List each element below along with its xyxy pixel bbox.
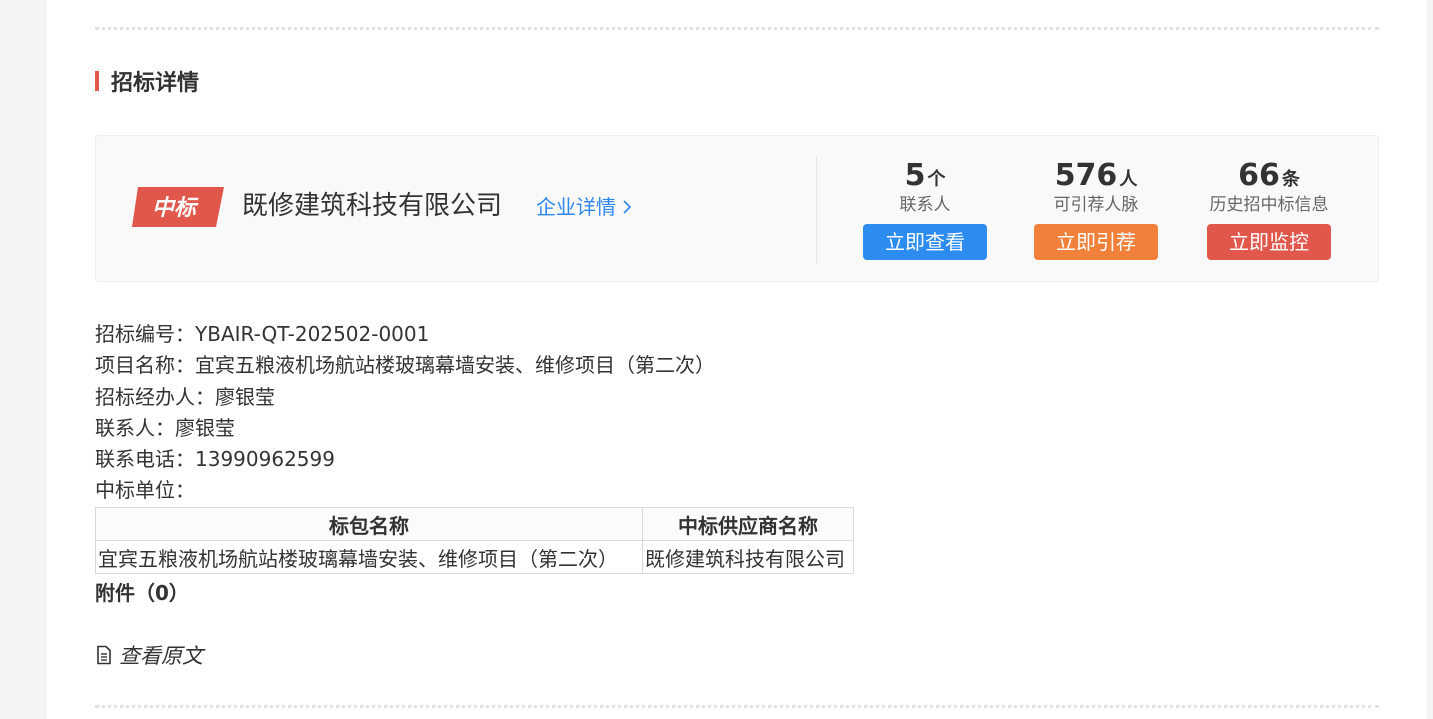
info-winner-unit: 中标单位： bbox=[95, 475, 195, 506]
winner-company-name: 既修建筑科技有限公司 bbox=[242, 191, 503, 221]
contact-value: 廖银莹 bbox=[175, 416, 235, 440]
view-original-label: 查看原文 bbox=[119, 644, 203, 668]
stat-referrals-value: 576 bbox=[1054, 158, 1118, 193]
stat-contacts: 5个 联系人 立即查看 bbox=[840, 158, 1010, 260]
info-handler: 招标经办人：廖银莹 bbox=[95, 382, 275, 413]
content-panel: 招标详情 中标 既修建筑科技有限公司 企业详情 5个 联系人 立即查看 576 人… bbox=[47, 0, 1427, 719]
info-bid-number: 招标编号：YBAIR-QT-202502-0001 bbox=[95, 319, 429, 350]
table-header-package: 标包名称 bbox=[95, 507, 643, 541]
view-original-link[interactable]: 查看原文 bbox=[95, 640, 203, 670]
winner-badge-shape: 中标 bbox=[132, 187, 224, 227]
stat-history-label: 历史招中标信息 bbox=[1209, 195, 1329, 215]
company-detail-link[interactable]: 企业详情 bbox=[536, 192, 632, 222]
stat-history-unit: 条 bbox=[1281, 169, 1300, 190]
stat-history: 66 条 历史招中标信息 立即监控 bbox=[1184, 158, 1354, 260]
table-header-row: 标包名称 中标供应商名称 bbox=[95, 507, 854, 541]
winner-badge: 中标 bbox=[132, 187, 224, 227]
table-cell-supplier: 既修建筑科技有限公司 bbox=[642, 540, 854, 574]
section-header: 招标详情 bbox=[95, 66, 199, 96]
contact-label: 联系人： bbox=[95, 416, 175, 440]
bid-number-label: 招标编号： bbox=[95, 322, 195, 346]
stat-referrals-unit: 人 bbox=[1119, 169, 1138, 190]
handler-value: 廖银莹 bbox=[215, 385, 275, 409]
company-detail-link-label: 企业详情 bbox=[536, 195, 616, 219]
stat-history-value: 66 bbox=[1238, 158, 1280, 193]
view-contacts-button[interactable]: 立即查看 bbox=[863, 224, 987, 260]
stat-contacts-label: 联系人 bbox=[899, 195, 951, 215]
refer-button[interactable]: 立即引荐 bbox=[1034, 224, 1158, 260]
phone-label: 联系电话： bbox=[95, 447, 195, 471]
winner-card: 中标 既修建筑科技有限公司 企业详情 5个 联系人 立即查看 576 人 可引荐人… bbox=[95, 135, 1379, 282]
document-icon bbox=[97, 645, 111, 665]
vertical-divider bbox=[816, 156, 817, 264]
winner-badge-label: 中标 bbox=[152, 196, 199, 221]
handler-label: 招标经办人： bbox=[95, 385, 215, 409]
monitor-button[interactable]: 立即监控 bbox=[1207, 224, 1331, 260]
attachments-heading: 附件（0） bbox=[95, 581, 189, 605]
stat-referrals: 576 人 可引荐人脉 立即引荐 bbox=[1011, 158, 1181, 260]
project-name-label: 项目名称： bbox=[95, 353, 195, 377]
section-title: 招标详情 bbox=[111, 71, 200, 96]
winner-unit-label: 中标单位： bbox=[95, 478, 195, 502]
table-header-supplier: 中标供应商名称 bbox=[642, 507, 854, 541]
bid-number-value: YBAIR-QT-202502-0001 bbox=[195, 322, 430, 346]
table-row: 宜宾五粮液机场航站楼玻璃幕墙安装、维修项目（第二次） 既修建筑科技有限公司 bbox=[95, 540, 854, 574]
info-phone: 联系电话：13990962599 bbox=[95, 444, 335, 475]
stat-referrals-label: 可引荐人脉 bbox=[1053, 195, 1139, 215]
chevron-right-icon bbox=[623, 200, 632, 214]
stat-contacts-value: 5 bbox=[904, 158, 926, 193]
section-accent-bar bbox=[95, 71, 99, 91]
info-project-name: 项目名称：宜宾五粮液机场航站楼玻璃幕墙安装、维修项目（第二次） bbox=[95, 350, 715, 381]
award-table: 标包名称 中标供应商名称 宜宾五粮液机场航站楼玻璃幕墙安装、维修项目（第二次） … bbox=[95, 507, 854, 574]
table-cell-package: 宜宾五粮液机场航站楼玻璃幕墙安装、维修项目（第二次） bbox=[95, 540, 643, 574]
project-name-value: 宜宾五粮液机场航站楼玻璃幕墙安装、维修项目（第二次） bbox=[195, 353, 715, 377]
phone-value: 13990962599 bbox=[195, 447, 335, 471]
dotted-divider-top bbox=[95, 27, 1379, 30]
stat-contacts-unit: 个 bbox=[927, 169, 946, 190]
info-contact: 联系人：廖银莹 bbox=[95, 413, 235, 444]
dotted-divider-bottom bbox=[95, 705, 1379, 708]
